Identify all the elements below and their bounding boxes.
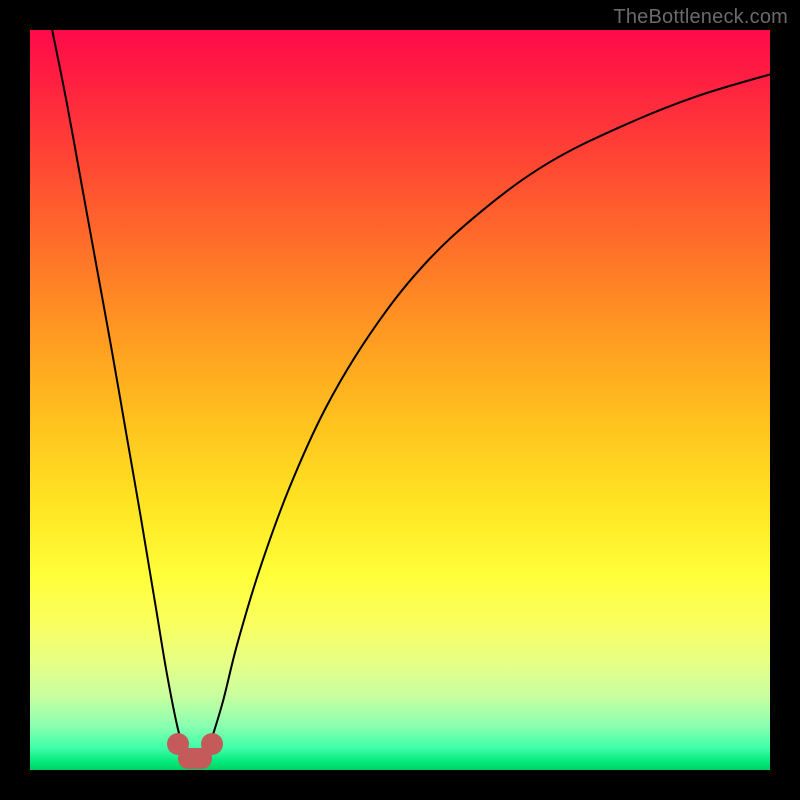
plot-area: [30, 30, 770, 770]
valley-markers: [30, 30, 770, 770]
chart-frame: TheBottleneck.com: [0, 0, 800, 800]
watermark-text: TheBottleneck.com: [613, 6, 788, 29]
valley-bridge: [178, 748, 212, 769]
